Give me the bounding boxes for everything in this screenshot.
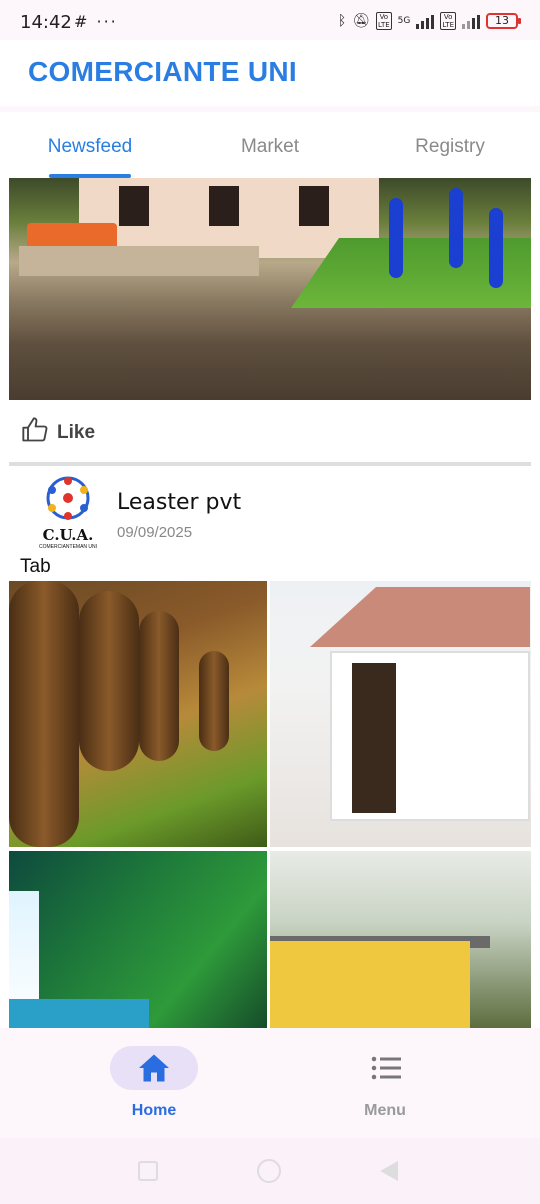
- post-date: 09/09/2025: [117, 524, 193, 541]
- like-label: Like: [57, 422, 96, 443]
- tab-registry[interactable]: Registry: [360, 112, 540, 178]
- volte-icon: Vo LTE: [376, 12, 392, 30]
- nav-menu[interactable]: Menu: [270, 1028, 540, 1138]
- newsfeed[interactable]: Like C.U.A. COMERCIANTEMAN UNI Leaster p…: [0, 178, 540, 1028]
- menu-icon: [371, 1056, 401, 1080]
- mute-icon: 🔕︎: [352, 13, 371, 29]
- system-nav-bar: [0, 1138, 540, 1204]
- home-system-button[interactable]: [257, 1159, 281, 1183]
- grid-image-trees[interactable]: [9, 581, 267, 847]
- notification-icons: # ···: [74, 12, 118, 31]
- grid-image-waterfall[interactable]: [9, 851, 267, 1028]
- tab-newsfeed[interactable]: Newsfeed: [0, 112, 180, 178]
- battery-level: 13: [495, 14, 509, 27]
- bottom-nav: Home Menu: [0, 1028, 540, 1138]
- like-button[interactable]: Like: [9, 400, 531, 462]
- post-header: C.U.A. COMERCIANTEMAN UNI Leaster pvt 09…: [9, 466, 531, 576]
- tab-newsfeed-label: Newsfeed: [47, 136, 133, 157]
- tab-market-label: Market: [240, 136, 300, 157]
- nav-home[interactable]: Home: [0, 1028, 270, 1138]
- avatar[interactable]: C.U.A. COMERCIANTEMAN UNI: [35, 476, 101, 556]
- cua-logo-icon: [46, 476, 90, 520]
- grid-image-house[interactable]: [270, 581, 531, 847]
- signal-icon-2: [462, 13, 480, 29]
- battery-icon: 13: [486, 13, 521, 29]
- volte-icon-2: Vo LTE: [440, 12, 456, 30]
- status-bar: 14:42 # ··· ᛒ 🔕︎ Vo LTE 5G Vo LTE 13: [0, 0, 540, 40]
- signal-icon: [416, 13, 435, 29]
- status-time: 14:42: [20, 12, 72, 33]
- post-image[interactable]: [9, 178, 531, 400]
- thumbs-up-icon: [22, 417, 48, 442]
- network-type: 5G: [397, 16, 411, 26]
- grid-image-building[interactable]: [270, 851, 531, 1028]
- app-title: COMERCIANTE UNI: [28, 56, 297, 87]
- avatar-logo-text: C.U.A.: [42, 526, 94, 544]
- app-bar: COMERCIANTE UNI: [0, 40, 540, 106]
- nav-menu-label: Menu: [364, 1102, 406, 1119]
- recents-button[interactable]: [138, 1161, 158, 1181]
- tab-registry-label: Registry: [415, 136, 485, 157]
- bluetooth-icon: ᛒ: [337, 13, 347, 29]
- home-icon: [139, 1054, 169, 1082]
- tab-bar: Newsfeed Market Registry: [0, 112, 540, 178]
- avatar-logo-sub: COMERCIANTEMAN UNI: [38, 544, 98, 550]
- tab-market[interactable]: Market: [180, 112, 360, 178]
- back-button[interactable]: [380, 1161, 398, 1181]
- post-text: Tab: [20, 556, 51, 577]
- post-author[interactable]: Leaster pvt: [117, 490, 241, 515]
- status-right-icons: ᛒ 🔕︎ Vo LTE 5G Vo LTE 13: [337, 12, 521, 30]
